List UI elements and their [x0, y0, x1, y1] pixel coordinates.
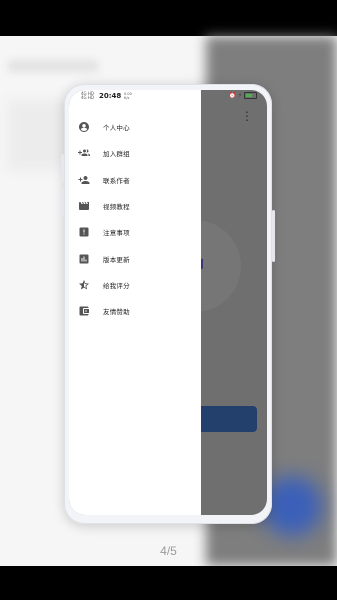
drawer-menu: 个人中心 加入群组 联系作者 视频教程 注意事项 版本更新 给我评分 友情赞助	[69, 114, 201, 324]
menu-item-profile[interactable]: 个人中心	[69, 114, 201, 140]
alert-icon	[78, 226, 90, 238]
menu-item-contact-author[interactable]: 联系作者	[69, 167, 201, 193]
alarm-charging-icons: ⏰ ⚡	[228, 92, 243, 99]
menu-item-rate[interactable]: 给我评分	[69, 272, 201, 298]
menu-item-label: 注意事项	[103, 229, 130, 238]
menu-item-label: 给我评分	[103, 281, 130, 290]
phone-screen: ⋮ 4G HD 4G HD 20:48 0.00 K/s 个人中心 加入群组 联…	[69, 90, 267, 515]
menu-item-label: 加入群组	[103, 150, 130, 159]
wallet-icon	[78, 305, 90, 317]
status-time: 20:48	[99, 92, 122, 100]
top-black-bar	[0, 0, 337, 36]
status-icons: ⏰ ⚡	[228, 92, 257, 99]
menu-item-label: 视频教程	[103, 203, 130, 212]
more-vertical-icon[interactable]: ⋮	[241, 110, 253, 122]
battery-icon	[244, 92, 257, 99]
menu-item-label: 联系作者	[103, 176, 130, 185]
network-speed: 0.00 K/s	[124, 92, 132, 100]
menu-item-version-update[interactable]: 版本更新	[69, 245, 201, 271]
phone-side-button	[272, 210, 275, 262]
account-circle-icon	[78, 121, 90, 133]
group-add-icon	[78, 147, 90, 159]
phone-side-button	[61, 188, 64, 216]
menu-item-join-group[interactable]: 加入群组	[69, 140, 201, 166]
clapperboard-icon	[78, 200, 90, 212]
bottom-black-bar	[0, 566, 337, 600]
carrier-label: 4G HD 4G HD	[81, 91, 95, 100]
menu-item-label: 友情赞助	[103, 308, 130, 317]
person-add-icon	[78, 174, 90, 186]
menu-item-label: 个人中心	[103, 124, 130, 133]
phone-mockup: ⋮ 4G HD 4G HD 20:48 0.00 K/s 个人中心 加入群组 联…	[61, 84, 275, 524]
bar-chart-icon	[78, 253, 90, 265]
menu-item-label: 版本更新	[103, 255, 130, 264]
phone-side-button	[61, 154, 64, 182]
page-indicator: 4/5	[160, 544, 177, 558]
menu-item-video-tutorial[interactable]: 视频教程	[69, 193, 201, 219]
menu-item-sponsor[interactable]: 友情赞助	[69, 298, 201, 324]
blurred-background-detail	[8, 60, 98, 72]
navigation-drawer: 4G HD 4G HD 20:48 0.00 K/s 个人中心 加入群组 联系作…	[69, 90, 201, 515]
star-icon	[78, 279, 90, 291]
status-bar-right: ⏰ ⚡	[201, 90, 267, 104]
menu-item-notes[interactable]: 注意事项	[69, 219, 201, 245]
